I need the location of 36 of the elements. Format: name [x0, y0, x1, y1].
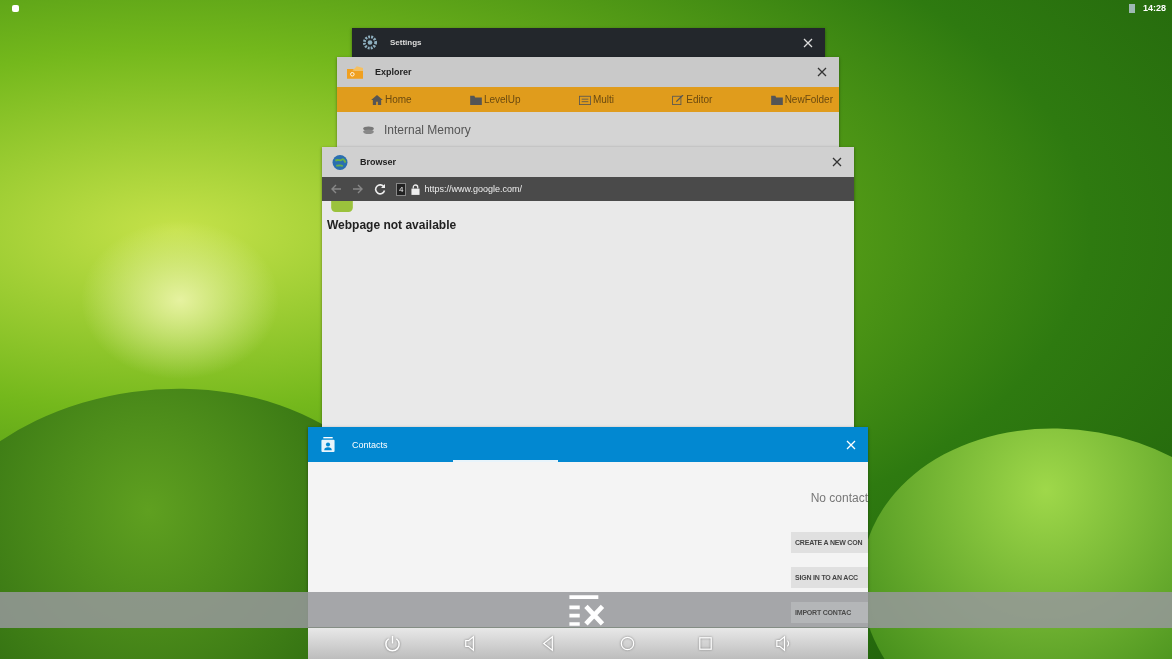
list-icon [578, 94, 591, 105]
explorer-window[interactable]: Explorer Home LevelUp Multi Editor NewFolder Internal Memory [337, 57, 839, 148]
window-title: Settings [390, 38, 423, 47]
back-arrow-icon[interactable] [330, 183, 342, 195]
close-button[interactable] [832, 157, 842, 167]
folder-icon [469, 94, 482, 105]
toolbar-button[interactable]: Multi [578, 94, 614, 105]
storage-icon [363, 125, 374, 135]
power-icon[interactable] [382, 634, 402, 653]
folder-icon [347, 64, 363, 80]
clear-all-icon[interactable] [569, 594, 607, 626]
toolbar-button[interactable]: Editor [672, 94, 713, 105]
lock-icon [411, 183, 421, 195]
url-field[interactable]: https://www.google.com/ [424, 184, 522, 194]
contact-card-icon [320, 437, 336, 452]
folder-icon [770, 94, 783, 105]
battery-icon [1128, 3, 1135, 13]
notification-icon [12, 4, 19, 12]
tab-count[interactable]: 4 [396, 182, 407, 196]
edit-icon [672, 94, 685, 105]
home-icon [371, 94, 383, 105]
reload-icon[interactable] [374, 183, 386, 195]
settings-window[interactable]: Settings [352, 28, 825, 57]
close-button[interactable] [817, 67, 827, 77]
storage-location: Internal Memory [384, 123, 471, 137]
empty-message: No contact [810, 491, 868, 505]
error-heading: Webpage not available [327, 218, 457, 232]
forward-arrow-icon[interactable] [352, 183, 364, 195]
window-title: Contacts [352, 439, 389, 450]
clock-time: 14:28 [1142, 3, 1166, 13]
window-title: Browser [360, 157, 397, 167]
window-title: Explorer [375, 67, 413, 77]
toolbar-button[interactable]: NewFolder [770, 94, 833, 105]
globe-icon [332, 154, 348, 170]
gear-icon [362, 35, 378, 50]
toolbar-button[interactable]: LevelUp [469, 94, 521, 105]
